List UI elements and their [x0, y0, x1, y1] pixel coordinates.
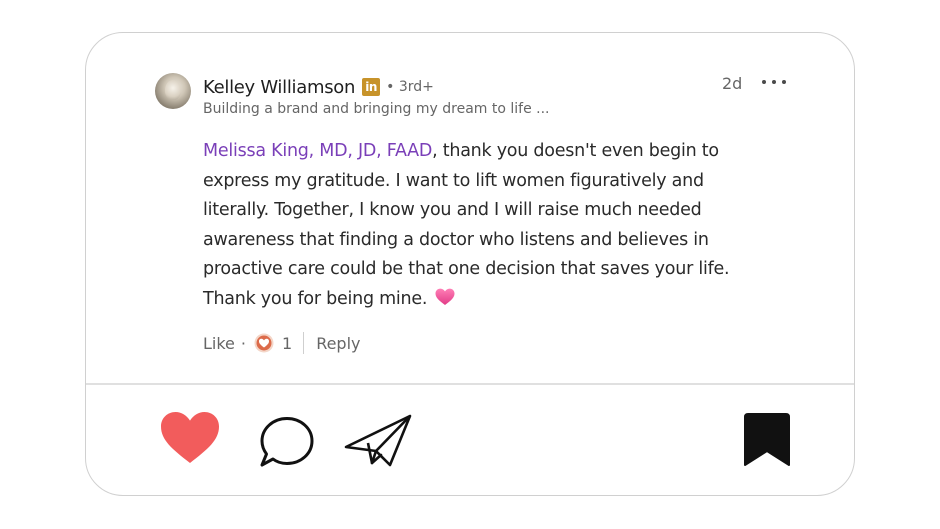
- heart-icon[interactable]: [160, 411, 220, 469]
- post-card: Kelley Williamson in • 3rd+ Building a b…: [85, 32, 855, 496]
- author-headline: Building a brand and bringing my dream t…: [203, 101, 550, 117]
- comment-line: Thank you for being mine.: [203, 288, 428, 309]
- author-name[interactable]: Kelley Williamson: [203, 77, 355, 98]
- comment-actions: Like · 1 Reply: [203, 330, 361, 356]
- comment-line: awareness that finding a doctor who list…: [203, 229, 709, 250]
- reply-button[interactable]: Reply: [316, 334, 360, 353]
- bookmark-icon[interactable]: [741, 413, 793, 471]
- love-reaction-icon[interactable]: [254, 333, 274, 353]
- like-button[interactable]: Like: [203, 334, 235, 353]
- comment-body: Melissa King, MD, JD, FAAD, thank you do…: [203, 137, 803, 316]
- avatar[interactable]: [155, 73, 191, 109]
- mention-link[interactable]: Melissa King, MD, JD, FAAD: [203, 141, 432, 161]
- linkedin-icon: in: [362, 78, 381, 96]
- section-divider: [86, 383, 854, 385]
- divider: [303, 332, 305, 354]
- reaction-count: 1: [282, 333, 293, 353]
- more-options-icon[interactable]: [762, 72, 786, 92]
- comment-line: proactive care could be that one decisio…: [203, 259, 730, 279]
- comment-line: express my gratitude. I want to lift wom…: [203, 170, 704, 191]
- timestamp: 2d: [722, 74, 743, 93]
- pink-heart-emoji-icon: [435, 287, 455, 317]
- connection-degree: • 3rd+: [386, 79, 434, 95]
- send-paper-plane-icon[interactable]: [344, 413, 414, 473]
- author-row: Kelley Williamson in • 3rd+: [203, 75, 434, 99]
- comment-bubble-icon[interactable]: [259, 413, 315, 473]
- comment-line: , thank you doesn't even begin to: [432, 141, 719, 161]
- comment-line: literally. Together, I know you and I wi…: [203, 200, 702, 220]
- separator: ·: [240, 333, 246, 353]
